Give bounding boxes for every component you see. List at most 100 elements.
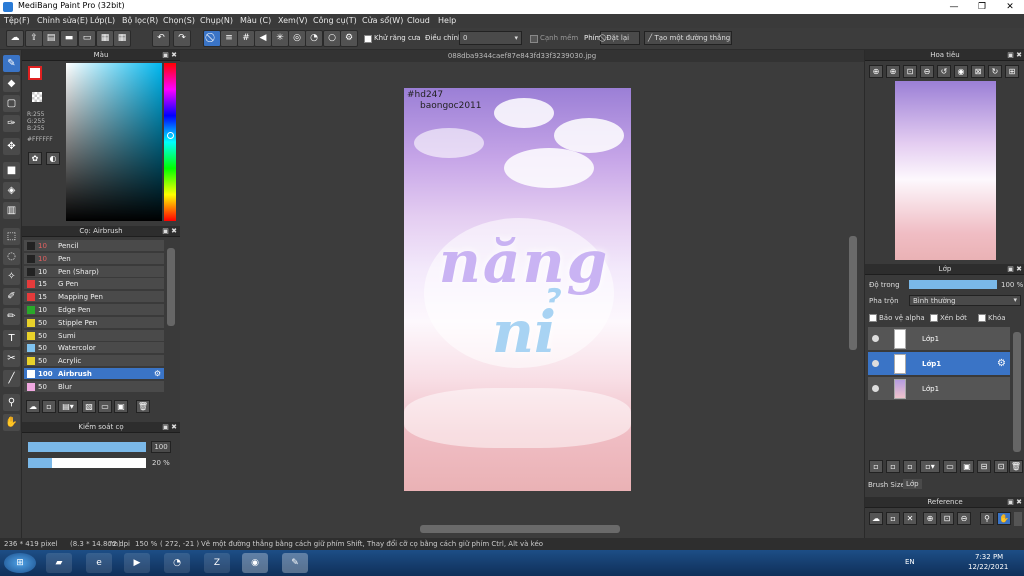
layer-opacity-slider[interactable] <box>909 280 997 289</box>
zoom-out-icon[interactable]: ⊖ <box>920 65 934 78</box>
cloud-upload-icon[interactable]: ☁ <box>869 512 883 525</box>
menu-layer[interactable]: Lớp(L) <box>90 16 115 25</box>
panel-close-icon[interactable]: ▣ ✖ <box>1007 497 1022 508</box>
fullscreen-icon[interactable]: ⊞ <box>1005 65 1019 78</box>
select-eraser-icon[interactable]: ✏ <box>3 308 20 325</box>
text-tool-icon[interactable]: T <box>3 330 20 347</box>
menu-capture[interactable]: Chụp(N) <box>200 16 233 25</box>
snap-parallel-icon[interactable]: ≡ <box>220 30 238 47</box>
cloud-icon[interactable]: ☁ <box>6 30 24 47</box>
eraser-tool-icon[interactable]: ◆ <box>3 75 20 92</box>
tab-layer[interactable]: Lớp <box>903 479 922 489</box>
menu-window[interactable]: Cửa sổ(W) <box>362 16 403 25</box>
settings-icon[interactable]: ⚙ <box>340 30 358 47</box>
clock-date[interactable]: 12/22/2021 <box>968 563 1008 571</box>
trash-icon[interactable]: 🗑 <box>1009 460 1023 473</box>
hue-slider[interactable] <box>164 63 176 221</box>
chrome-icon[interactable]: ◉ <box>242 553 268 573</box>
upload-icon[interactable]: ⇪ <box>25 30 43 47</box>
ie-icon[interactable]: e <box>86 553 112 573</box>
comment-icon[interactable]: ▬ <box>60 30 78 47</box>
operation-tool-icon[interactable]: ✂ <box>3 350 20 367</box>
new-layer-icon[interactable]: ▫ <box>886 460 900 473</box>
media-player-icon[interactable]: ▶ <box>124 553 150 573</box>
divide-tool-icon[interactable]: ╱ <box>3 370 20 387</box>
minimize-button[interactable]: — <box>940 0 968 14</box>
brush-item[interactable]: 50 Stipple Pen <box>24 316 164 329</box>
zoom-fit-icon[interactable]: ⊡ <box>940 512 954 525</box>
brush-list-scrollbar[interactable] <box>167 248 175 326</box>
foreground-color-swatch[interactable] <box>28 66 42 80</box>
alpha-protect-checkbox[interactable] <box>869 314 877 322</box>
brush-opacity-slider[interactable] <box>28 458 146 468</box>
brush-size-value[interactable]: 100 <box>151 441 171 453</box>
visibility-icon[interactable] <box>872 335 879 342</box>
visibility-icon[interactable] <box>872 360 879 367</box>
saturation-picker[interactable] <box>66 63 162 221</box>
layer-row[interactable]: Lớp1 <box>868 377 1010 401</box>
duplicate-icon[interactable]: ▣ <box>114 400 128 413</box>
start-button[interactable]: ⊞ <box>4 553 36 573</box>
snap-perspective-icon[interactable]: ◀ <box>254 30 272 47</box>
menu-tools[interactable]: Công cụ(T) <box>313 16 357 25</box>
canvas-area[interactable]: 088dba9344caef87e843fd33f3239030.jpg #hd… <box>180 50 864 538</box>
artboard[interactable]: #hd247 baongoc2011 năng nỉ <box>404 88 631 491</box>
panel-close-icon[interactable]: ▣ ✖ <box>162 422 177 433</box>
language-indicator[interactable]: EN <box>905 558 915 566</box>
medibang-icon[interactable]: ✎ <box>282 553 308 573</box>
shape-tool-icon[interactable]: ■ <box>3 162 20 179</box>
canvas-horizontal-scrollbar[interactable] <box>420 525 620 533</box>
snap-ellipse-icon[interactable]: ○ <box>323 30 341 47</box>
gradient-tool-icon[interactable]: ▥ <box>3 202 20 219</box>
layer-settings-icon[interactable]: ⊡ <box>994 460 1008 473</box>
eyedropper-icon[interactable]: ⚲ <box>3 394 20 411</box>
rotate-reset-icon[interactable]: ◉ <box>954 65 968 78</box>
trash-icon[interactable]: 🗑 <box>136 400 150 413</box>
snap-off-icon[interactable]: ⃠ <box>203 30 221 47</box>
redo-button[interactable]: ↷ <box>173 30 191 47</box>
clock-time[interactable]: 7:32 PM <box>975 553 1003 561</box>
panel-close-icon[interactable]: ▣ ✖ <box>162 50 177 61</box>
rotate-left-icon[interactable]: ↺ <box>937 65 951 78</box>
brush-copy-icon[interactable]: ▧ <box>82 400 96 413</box>
panel-icon[interactable]: ▦ <box>96 30 114 47</box>
snap-curve-icon[interactable]: ◔ <box>305 30 323 47</box>
color-history-icon[interactable]: ◐ <box>46 152 60 165</box>
transparent-swatch[interactable] <box>32 92 42 102</box>
layer-row-selected[interactable]: Lớp1 ⚙ <box>868 352 1010 376</box>
panel-close-icon[interactable]: ▣ ✖ <box>1007 264 1022 275</box>
antialias-checkbox[interactable] <box>364 35 372 43</box>
canvas-vertical-scrollbar[interactable] <box>849 236 857 350</box>
zoom-in-icon[interactable]: ⊕ <box>869 65 883 78</box>
brush-item[interactable]: 50 Blur <box>24 380 164 393</box>
brush-tool-icon[interactable]: ✎ <box>3 55 20 72</box>
explorer-icon[interactable]: ▰ <box>46 553 72 573</box>
new-file-icon[interactable]: ▤ <box>42 30 60 47</box>
brush-item[interactable]: 10 Pen <box>24 252 164 265</box>
brush-item[interactable]: 15 Mapping Pen <box>24 291 164 304</box>
duplicate-icon[interactable]: ▣ <box>960 460 974 473</box>
folder-icon[interactable]: ▭ <box>943 460 957 473</box>
magic-wand-icon[interactable]: ✧ <box>3 268 20 285</box>
merge-icon[interactable]: ⊟ <box>977 460 991 473</box>
snap-circle-icon[interactable]: ◎ <box>288 30 306 47</box>
clip-checkbox[interactable] <box>930 314 938 322</box>
menu-help[interactable]: Help <box>438 16 456 25</box>
brush-item[interactable]: 100 Airbrush ⚙ <box>24 368 164 380</box>
undo-button[interactable]: ↶ <box>152 30 170 47</box>
eyedropper-icon[interactable]: ⚲ <box>980 512 994 525</box>
hue-slider-handle[interactable] <box>167 132 174 139</box>
close-button[interactable]: ✕ <box>996 0 1024 14</box>
maximize-button[interactable]: ❐ <box>968 0 996 14</box>
flip-icon[interactable]: ⊠ <box>971 65 985 78</box>
bucket-tool-icon[interactable]: ◈ <box>3 182 20 199</box>
menu-edit[interactable]: Chỉnh sửa(E) <box>37 16 88 25</box>
gear-icon[interactable]: ⚙ <box>154 369 161 378</box>
menu-select[interactable]: Chọn(S) <box>163 16 195 25</box>
palette-icon[interactable]: ✿ <box>28 152 42 165</box>
brush-item[interactable]: 50 Watercolor <box>24 342 164 355</box>
layer-scrollbar[interactable] <box>1013 332 1021 452</box>
brush-item[interactable]: 15 G Pen <box>24 278 164 291</box>
lock-checkbox[interactable] <box>978 314 986 322</box>
new-layer-icon[interactable]: ▫ <box>869 460 883 473</box>
